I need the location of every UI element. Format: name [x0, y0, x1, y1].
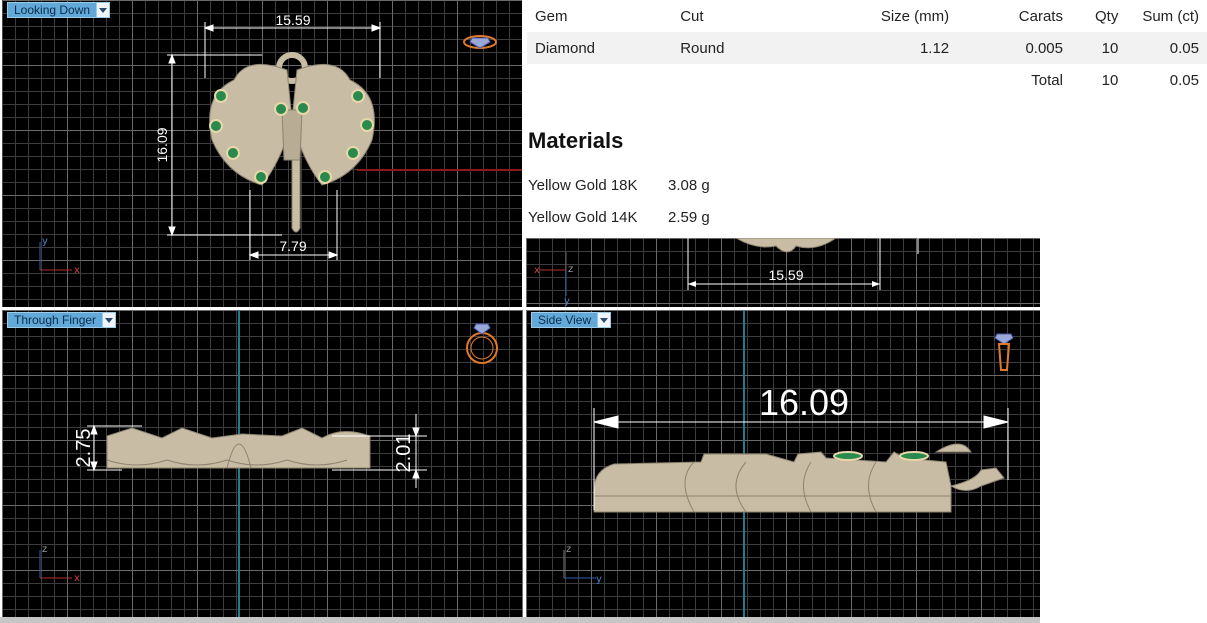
- cell-carats: 0.005: [1025, 39, 1063, 57]
- materials-title: Materials: [528, 128, 624, 153]
- axis-z-label: z: [568, 264, 573, 275]
- axis-y-label: y: [596, 574, 602, 585]
- chevron-down-icon[interactable]: [598, 312, 612, 328]
- total-sum: 0.05: [1169, 71, 1199, 89]
- dim-total-height: 2.75: [73, 429, 95, 468]
- header-cut: Cut: [680, 7, 704, 25]
- viewport-side-view[interactable]: Side View 16.09 y z: [526, 310, 1040, 617]
- ring-gizmo-icon: [466, 323, 498, 364]
- bottom-bar: [0, 617, 1040, 623]
- cell-cut: Round: [680, 39, 725, 57]
- gem-markers: [833, 451, 929, 461]
- viewport-looking-down[interactable]: Looking Down 15.59 16.09 7.79 x y: [2, 0, 522, 307]
- list-item: Yellow Gold 14K 2.59 g: [528, 209, 710, 226]
- partial-view-scene: 15.59 x z y: [534, 238, 919, 307]
- total-label: Total: [1031, 71, 1063, 89]
- axis-indicator: x y: [39, 236, 80, 276]
- side-view-scene: 16.09 y z: [563, 310, 1014, 617]
- table-total-row: Total 10 0.05: [527, 64, 1207, 96]
- dim-width: 15.59: [275, 12, 310, 28]
- header-gem: Gem: [535, 7, 568, 25]
- pendant-side-model: [593, 443, 1005, 513]
- axis-z-label: z: [566, 544, 571, 555]
- pendant-front-model: [106, 427, 371, 469]
- dim-bail-width: 7.79: [279, 238, 306, 254]
- chevron-down-icon[interactable]: [103, 312, 117, 328]
- cell-qty: 10: [1101, 39, 1119, 57]
- viewport-front-partial[interactable]: 15.59 x z y: [526, 238, 1040, 307]
- header-qty: Qty: [1094, 7, 1119, 25]
- diamond-gizmo-icon: [463, 35, 497, 49]
- table-row: Diamond Round 1.12 0.005 10 0.05: [527, 32, 1207, 64]
- axis-z-label: z: [42, 544, 47, 555]
- viewport-title: Looking Down: [7, 2, 98, 18]
- viewport-title: Through Finger: [7, 312, 104, 328]
- axis-y-label: y: [564, 296, 570, 307]
- axis-indicator: x z y: [534, 252, 573, 307]
- axis-x-label: x: [74, 573, 80, 584]
- axis-indicator: x z: [39, 544, 80, 584]
- viewport-menu[interactable]: Looking Down: [7, 2, 111, 18]
- material-name: Yellow Gold 14K: [528, 209, 638, 226]
- header-size: Size (mm): [880, 7, 950, 25]
- dim-width: 15.59: [768, 267, 803, 283]
- cell-gem: Diamond: [535, 39, 596, 57]
- top-view-scene: 15.59 16.09 7.79 x y: [2, 0, 522, 307]
- axis-indicator: y z: [563, 544, 602, 585]
- front-view-scene: 2.75 2.01 x z: [39, 310, 498, 617]
- gem-table: Gem Cut Size (mm) Carats Qty Sum (ct) Di…: [527, 0, 1207, 96]
- pendant-top-model: [209, 52, 375, 233]
- list-item: Yellow Gold 18K 3.08 g: [528, 177, 710, 194]
- axis-x-label: x: [534, 265, 540, 276]
- header-carats: Carats: [1018, 7, 1063, 25]
- axis-x-label: x: [74, 265, 80, 276]
- chevron-down-icon[interactable]: [97, 2, 111, 18]
- gem-table-header: Gem Cut Size (mm) Carats Qty Sum (ct): [527, 0, 1207, 32]
- dim-height: 16.09: [154, 127, 170, 162]
- axis-y-label: y: [42, 236, 48, 247]
- material-weight: 3.08 g: [668, 177, 710, 194]
- dim-body-height: 2.01: [393, 434, 415, 473]
- dim-length: 16.09: [759, 382, 849, 423]
- cell-size: 1.12: [919, 39, 950, 57]
- material-name: Yellow Gold 18K: [528, 177, 638, 194]
- viewport-menu[interactable]: Through Finger: [7, 312, 117, 328]
- pendant-gizmo-icon: [994, 333, 1014, 371]
- total-qty: 10: [1101, 71, 1119, 89]
- header-sum: Sum (ct): [1142, 7, 1199, 25]
- cell-sum: 0.05: [1169, 39, 1199, 57]
- viewport-through-finger[interactable]: Through Finger 2.75 2.01 x z: [2, 310, 523, 617]
- viewport-menu[interactable]: Side View: [531, 312, 612, 328]
- material-weight: 2.59 g: [668, 209, 710, 226]
- viewport-title: Side View: [531, 312, 599, 328]
